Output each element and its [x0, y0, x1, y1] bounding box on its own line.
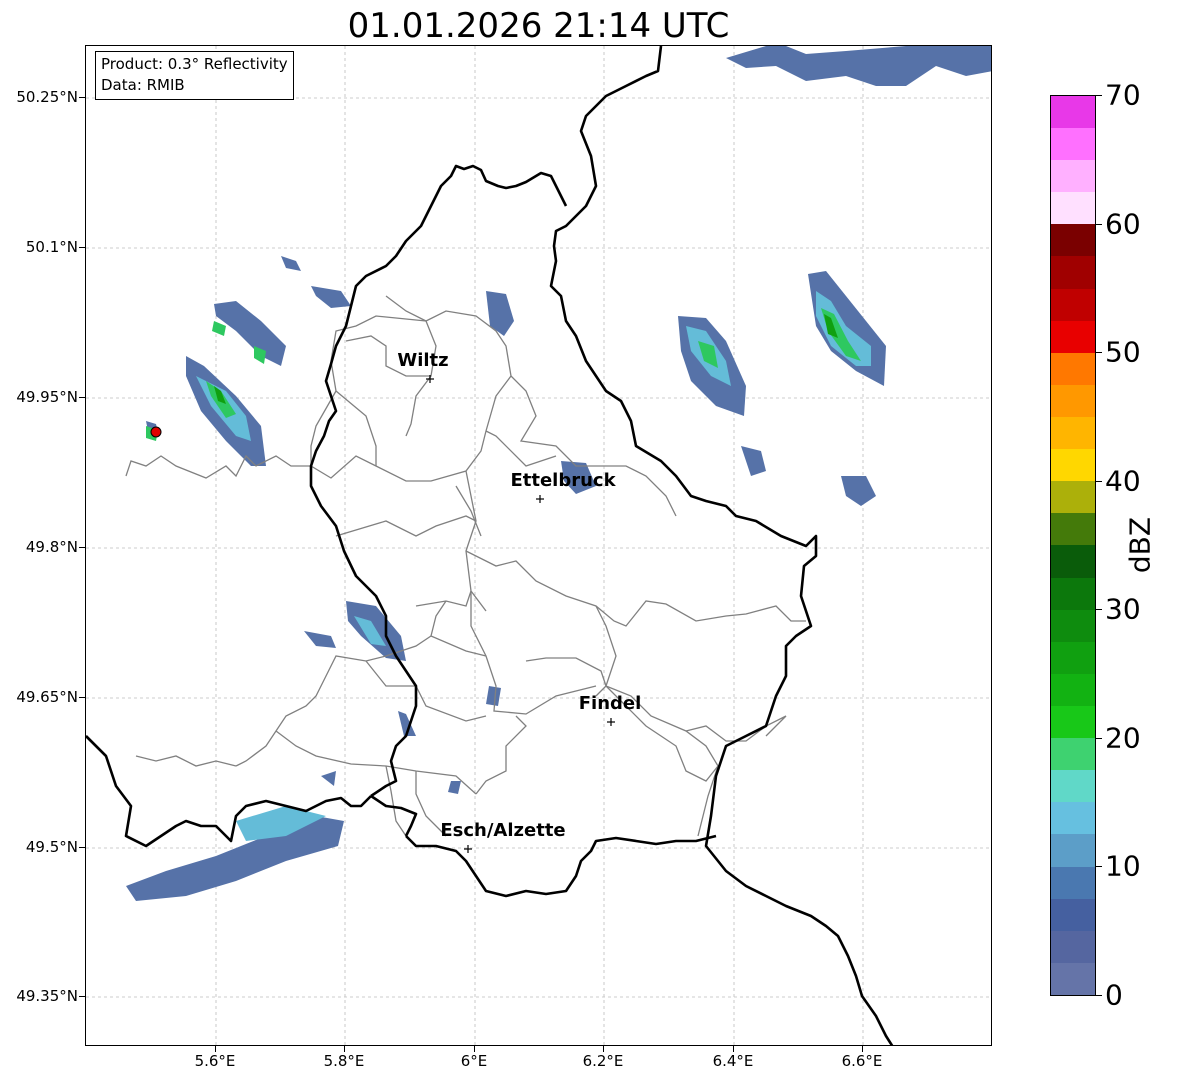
colorbar-segment: [1051, 577, 1095, 610]
city-label-ettelbruck: Ettelbruck: [510, 470, 616, 491]
city-label-wiltz: Wiltz: [397, 350, 449, 371]
colorbar-segment: [1051, 673, 1095, 707]
product-label: Product: 0.3° Reflectivity: [101, 55, 288, 73]
colorbar-tick-label: 30: [1105, 592, 1141, 626]
colorbar-segment: [1051, 641, 1095, 674]
lat-tickmark: [79, 397, 85, 398]
colorbar-segment: [1051, 192, 1095, 225]
lat-tickmark: [79, 697, 85, 698]
colorbar-tickmark: [1096, 481, 1102, 482]
colorbar-segment: [1051, 962, 1095, 995]
colorbar-segment: [1051, 866, 1095, 899]
lat-tick-label: 49.35°N: [16, 987, 78, 1005]
lat-tick-label: 49.95°N: [16, 388, 78, 406]
colorbar-tick-label: 10: [1105, 849, 1141, 883]
national-borders: [86, 46, 894, 1045]
lon-tick-label: 6.6°E: [841, 1052, 883, 1070]
lat-tickmark: [79, 996, 85, 997]
colorbar-segment: [1051, 609, 1095, 642]
colorbar-tickmark: [1096, 352, 1102, 353]
lat-tick-label: 49.5°N: [25, 838, 78, 856]
lon-tick-label: 5.6°E: [194, 1052, 236, 1070]
lat-tick-label: 49.8°N: [25, 538, 78, 556]
lon-tick-label: 6.2°E: [582, 1052, 624, 1070]
lon-tick-label: 5.8°E: [323, 1052, 365, 1070]
gridlines: [86, 46, 991, 1045]
lat-tick-label: 50.1°N: [25, 238, 78, 256]
lat-tick-label: 50.25°N: [16, 88, 78, 106]
colorbar-segment: [1051, 224, 1095, 257]
info-box: Product: 0.3° Reflectivity Data: RMIB: [95, 51, 294, 100]
lat-tickmark: [79, 97, 85, 98]
city-label-findel: Findel: [578, 693, 642, 714]
colorbar-segment: [1051, 481, 1095, 514]
colorbar-tick-label: 20: [1105, 721, 1141, 755]
radar-map[interactable]: [85, 45, 992, 1046]
colorbar-tick-label: 0: [1105, 978, 1123, 1012]
colorbar-segment: [1051, 320, 1095, 353]
colorbar-tickmark: [1096, 866, 1102, 867]
colorbar-segment: [1051, 930, 1095, 963]
colorbar-tickmark: [1096, 995, 1102, 996]
colorbar: [1050, 95, 1096, 996]
colorbar-tickmark: [1096, 95, 1102, 96]
lat-tick-label: 49.65°N: [16, 688, 78, 706]
colorbar-tick-label: 40: [1105, 464, 1141, 498]
colorbar-segment: [1051, 160, 1095, 193]
colorbar-tick-label: 70: [1105, 78, 1141, 112]
colorbar-segment: [1051, 256, 1095, 289]
colorbar-segment: [1051, 513, 1095, 546]
colorbar-segment: [1051, 449, 1095, 482]
colorbar-tickmark: [1096, 609, 1102, 610]
colorbar-segment: [1051, 288, 1095, 321]
colorbar-segment: [1051, 417, 1095, 450]
data-source-label: Data: RMIB: [101, 76, 185, 94]
lon-tick-label: 6°E: [460, 1052, 488, 1070]
colorbar-segment: [1051, 706, 1095, 739]
lat-tickmark: [79, 247, 85, 248]
radar-site-marker: [150, 426, 162, 438]
colorbar-segment: [1051, 128, 1095, 161]
colorbar-tick-label: 50: [1105, 335, 1141, 369]
colorbar-segment: [1051, 738, 1095, 771]
map-title: 01.01.2026 21:14 UTC: [347, 6, 730, 46]
lat-tickmark: [79, 547, 85, 548]
map-canvas: [86, 46, 991, 1045]
colorbar-segment: [1051, 802, 1095, 835]
colorbar-segment: [1051, 898, 1095, 931]
colorbar-tickmark: [1096, 224, 1102, 225]
lon-tick-label: 6.4°E: [712, 1052, 754, 1070]
lat-tickmark: [79, 847, 85, 848]
colorbar-segment: [1051, 770, 1095, 803]
colorbar-tickmark: [1096, 738, 1102, 739]
city-label-esch-alzette: Esch/Alzette: [440, 820, 566, 841]
colorbar-segment: [1051, 545, 1095, 578]
colorbar-label: dBZ: [1123, 516, 1157, 574]
colorbar-segment: [1051, 384, 1095, 418]
colorbar-segment: [1051, 834, 1095, 867]
colorbar-segment: [1051, 95, 1095, 129]
colorbar-tick-label: 60: [1105, 207, 1141, 241]
colorbar-segment: [1051, 352, 1095, 385]
